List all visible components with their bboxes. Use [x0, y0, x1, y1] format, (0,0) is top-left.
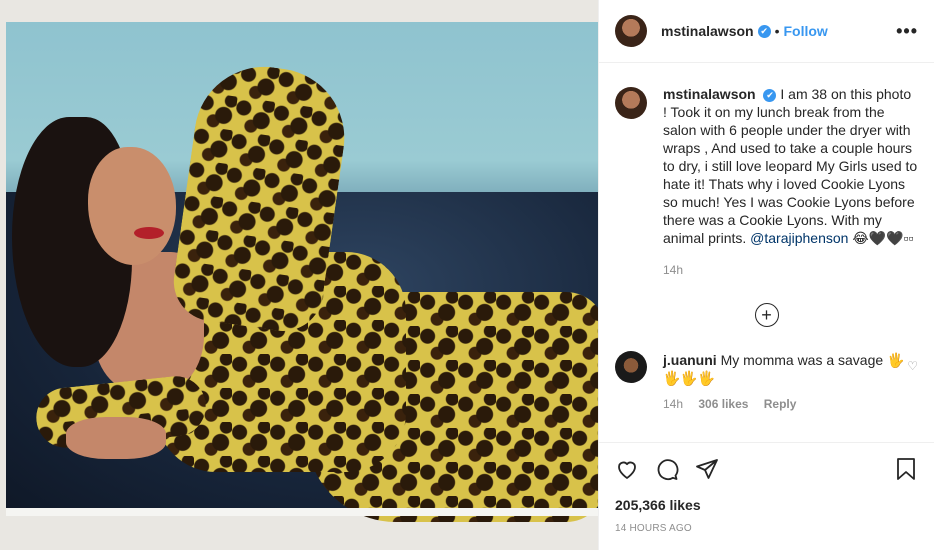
bookmark-icon[interactable]: [894, 457, 918, 481]
heart-icon[interactable]: [615, 457, 639, 481]
share-icon[interactable]: [695, 457, 719, 481]
follow-button[interactable]: Follow: [784, 23, 828, 39]
comment-like-heart-icon[interactable]: ♡: [907, 359, 918, 373]
verified-badge-icon: ✔: [757, 24, 771, 38]
comment-likes[interactable]: 306 likes: [698, 397, 748, 411]
comment-item: j.uanuni My momma was a savage 🖐🖐🖐🖐 14h …: [615, 351, 918, 413]
printed-photograph: [6, 22, 598, 522]
caption-avatar[interactable]: [615, 87, 647, 119]
author-username[interactable]: mstinalawson: [661, 23, 754, 39]
caption-text: I am 38 on this photo ! Took it on my lu…: [663, 86, 918, 246]
commenter-username[interactable]: j.uanuni: [663, 352, 717, 368]
header-separator: •: [774, 23, 780, 39]
instagram-post: mstinalawson ✔ • Follow ••• mstinalawson…: [0, 0, 934, 550]
caption: mstinalawson ✔ I am 38 on this photo ! T…: [615, 85, 918, 279]
action-bar: [615, 453, 918, 485]
reply-button[interactable]: Reply: [764, 397, 797, 411]
comments-section[interactable]: mstinalawson ✔ I am 38 on this photo ! T…: [599, 63, 934, 442]
caption-mention-link[interactable]: @tarajiphenson: [750, 230, 848, 246]
posted-time[interactable]: 14 HOURS AGO: [615, 523, 918, 534]
load-more-plus-icon[interactable]: +: [754, 303, 779, 327]
hand: [66, 417, 166, 459]
post-photo[interactable]: [0, 0, 599, 550]
caption-time[interactable]: 14h: [663, 261, 918, 279]
lips: [134, 227, 164, 239]
caption-emoji: 😂🖤🖤▫▫: [852, 230, 914, 246]
more-options-icon[interactable]: •••: [896, 21, 918, 42]
comment-time[interactable]: 14h: [663, 397, 683, 411]
commenter-avatar[interactable]: [615, 351, 647, 383]
post-sidebar: mstinalawson ✔ • Follow ••• mstinalawson…: [599, 0, 934, 550]
face: [88, 147, 176, 265]
author-avatar[interactable]: [615, 15, 647, 47]
post-header: mstinalawson ✔ • Follow •••: [599, 0, 934, 63]
comment-meta: 14h 306 likes Reply: [663, 395, 913, 413]
likes-count[interactable]: 205,366 likes: [615, 497, 918, 513]
load-more-comments[interactable]: +: [615, 303, 918, 327]
caption-body: mstinalawson ✔ I am 38 on this photo ! T…: [663, 85, 918, 279]
caption-verified-badge-icon: ✔: [763, 88, 777, 102]
comment-body: j.uanuni My momma was a savage 🖐🖐🖐🖐 14h …: [663, 351, 913, 413]
comment-icon[interactable]: [655, 457, 679, 481]
caption-username[interactable]: mstinalawson: [663, 86, 756, 102]
post-actions: 205,366 likes 14 HOURS AGO: [599, 442, 934, 550]
